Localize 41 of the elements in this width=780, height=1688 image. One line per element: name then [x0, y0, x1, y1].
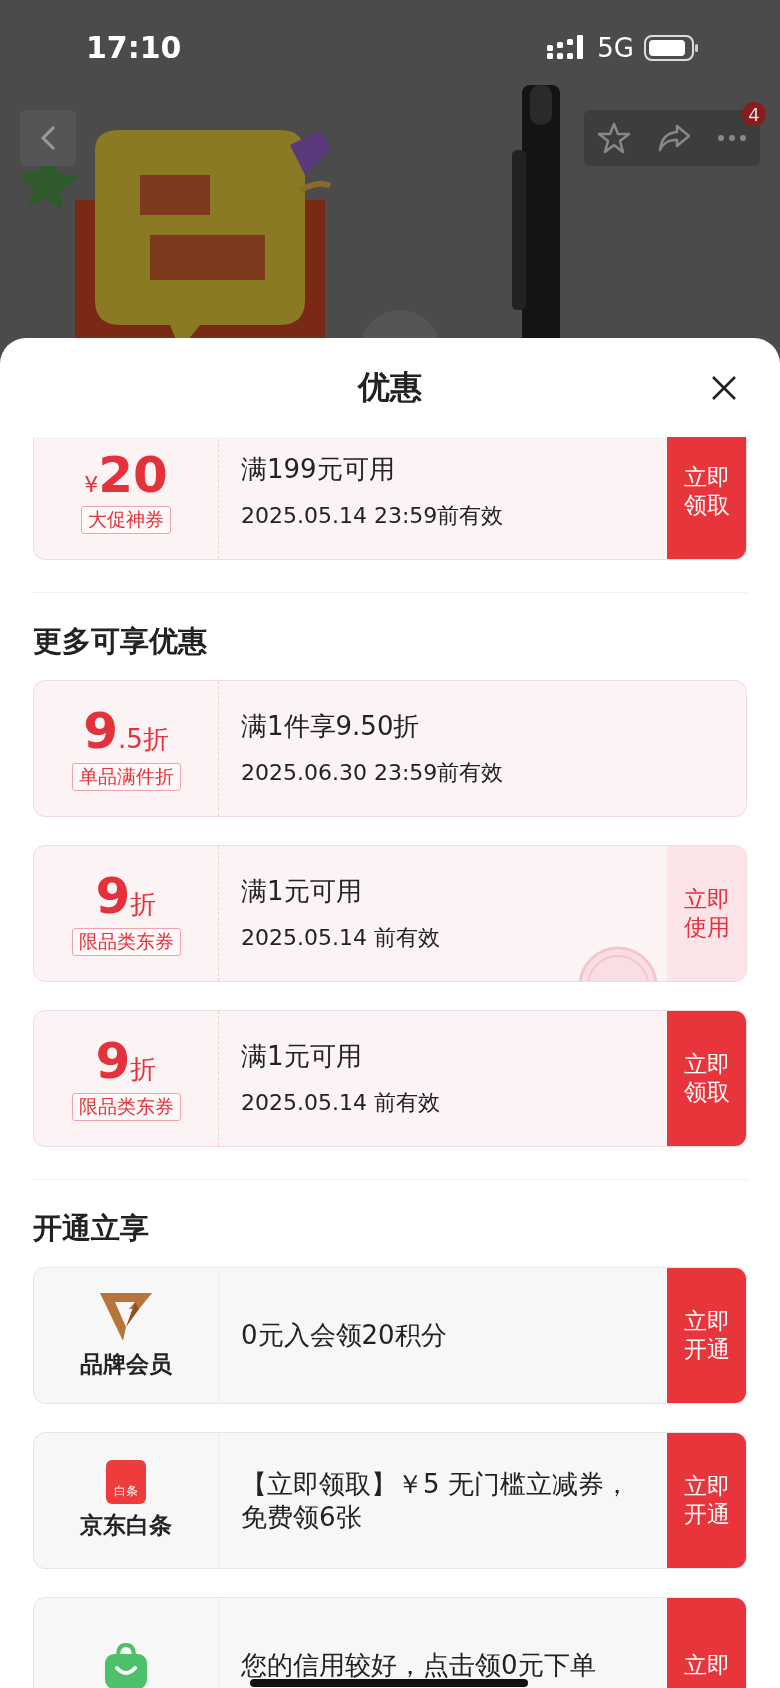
star-icon[interactable]	[597, 121, 631, 155]
discount-amount: 9.5折	[83, 706, 169, 757]
share-icon[interactable]	[657, 123, 691, 153]
coupon-condition: 满1元可用	[241, 875, 363, 908]
member-name: 品牌会员	[80, 1350, 172, 1379]
member-offer-text: 0元入会领20积分	[241, 1319, 448, 1352]
sheet-title: 优惠	[358, 366, 422, 408]
battery-icon	[644, 34, 700, 61]
section-heading: 更多可享优惠	[33, 623, 208, 660]
chevron-left-icon[interactable]	[39, 124, 57, 152]
claim-button[interactable]: 立即领取	[667, 1011, 746, 1146]
status-time: 17:10	[86, 30, 182, 65]
member-offer-text: 【立即领取】￥5 无门槛立减券，免费领6张	[241, 1468, 631, 1533]
discount-amount: 9折	[95, 871, 157, 922]
member-name: 京东白条	[80, 1511, 172, 1540]
v-logo-icon	[99, 1291, 153, 1343]
claim-button[interactable]: 立即	[667, 1598, 746, 1688]
coupon-tag: 限品类东券	[71, 1093, 181, 1121]
claim-button[interactable]: 立即开通	[667, 1433, 746, 1568]
coupon-tag: 单品满件折	[71, 763, 181, 791]
coupon-validity: 2025.05.14 前有效	[241, 924, 441, 952]
claim-button[interactable]: 立即开通	[667, 1268, 746, 1403]
coupon-tag: 大促神券	[81, 505, 171, 534]
discount-amount: 9折	[95, 1036, 157, 1087]
network-label: 5G	[597, 32, 634, 63]
member-offer-text: 您的信用较好，点击领0元下单	[241, 1649, 597, 1682]
discount-amount: ¥20	[84, 449, 168, 500]
claim-button[interactable]: 立即领取	[667, 437, 746, 559]
coupon-tag: 限品类东券	[71, 928, 181, 956]
use-now-button[interactable]: 立即使用	[667, 846, 746, 981]
coupon-condition: 满1元可用	[241, 1040, 363, 1073]
section-heading: 开通立享	[33, 1210, 150, 1247]
coupon-condition: 满1件享9.50折	[241, 710, 421, 743]
coupon-condition: 满199元可用	[241, 453, 396, 486]
coupon-validity: 2025.05.14 23:59前有效	[241, 502, 505, 530]
baitiao-icon: 白条	[106, 1460, 146, 1504]
close-icon[interactable]	[711, 375, 737, 401]
coupon-validity: 2025.06.30 23:59前有效	[241, 759, 505, 787]
more-icon[interactable]	[717, 134, 747, 142]
back-button[interactable]	[20, 110, 76, 166]
coupon-validity: 2025.05.14 前有效	[241, 1089, 441, 1117]
